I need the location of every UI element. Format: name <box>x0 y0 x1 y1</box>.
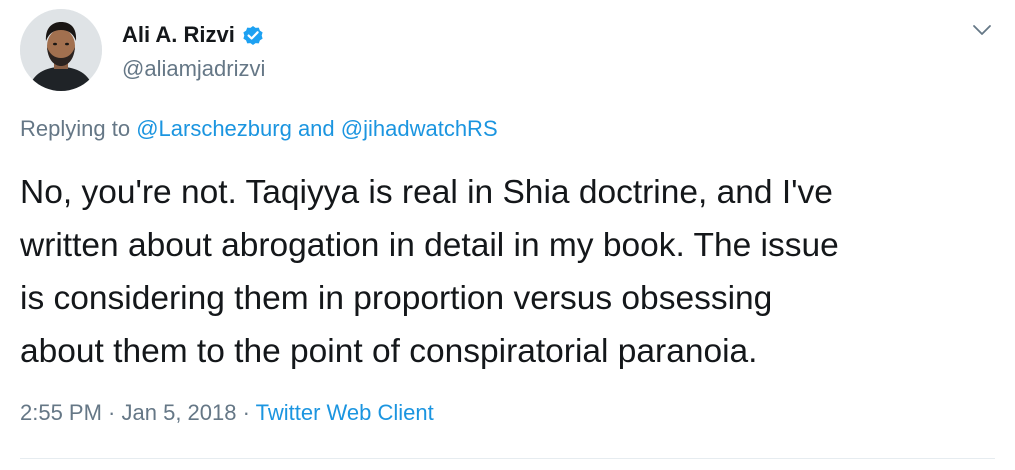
avatar[interactable] <box>20 9 102 91</box>
reply-connector: and <box>291 116 341 141</box>
replying-to: Replying to @Larschezburg and @jihadwatc… <box>20 114 498 144</box>
reply-user-link[interactable]: @jihadwatchRS <box>341 116 498 141</box>
tweet-time[interactable]: 2:55 PM <box>20 400 102 425</box>
reply-user-link[interactable]: @Larschezburg <box>136 116 292 141</box>
author-name-row[interactable]: Ali A. Rizvi <box>122 20 265 50</box>
divider <box>20 458 995 459</box>
meta-separator: · <box>101 400 122 425</box>
chevron-down-icon[interactable] <box>971 20 993 40</box>
verified-badge-icon <box>241 23 265 47</box>
tweet-card: Ali A. Rizvi @aliamjadrizvi Replying to … <box>0 0 1015 470</box>
display-name[interactable]: Ali A. Rizvi <box>122 20 235 50</box>
tweet-date[interactable]: Jan 5, 2018 <box>122 400 237 425</box>
tweet-text: No, you're not. Taqiyya is real in Shia … <box>20 174 839 370</box>
tweet-meta: 2:55 PM · Jan 5, 2018 · Twitter Web Clie… <box>20 398 434 428</box>
author-handle[interactable]: @aliamjadrizvi <box>122 54 265 84</box>
replying-to-prefix: Replying to <box>20 116 137 141</box>
profile-photo-icon <box>20 9 102 91</box>
tweet-client-link[interactable]: Twitter Web Client <box>256 400 434 425</box>
meta-separator: · <box>236 400 256 425</box>
